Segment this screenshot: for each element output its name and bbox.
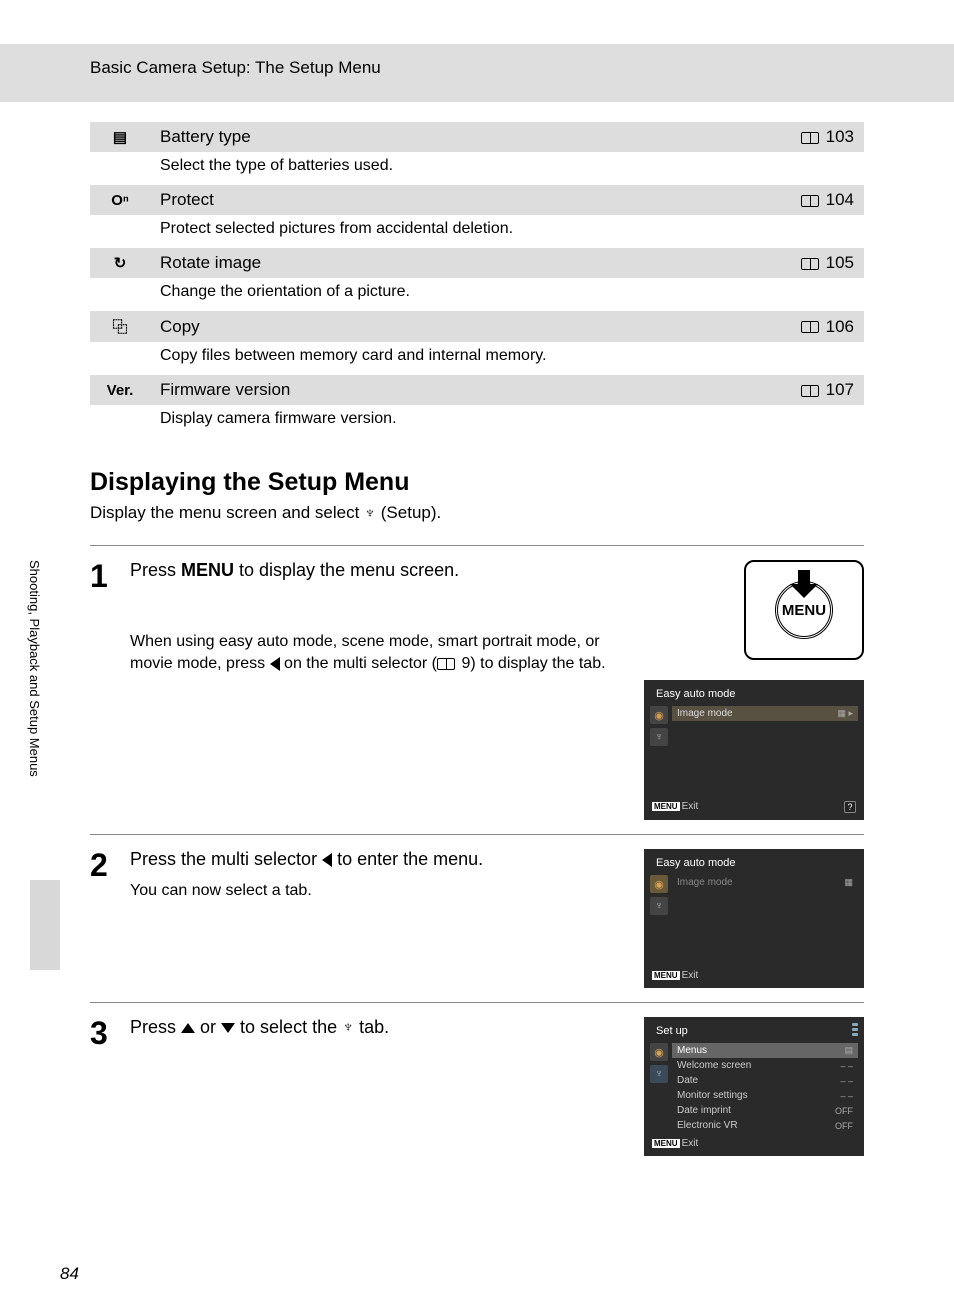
option-description: Select the type of batteries used. [150,152,864,185]
triangle-up-icon [181,1023,195,1033]
wrench-icon: ♆ [342,1019,354,1037]
option-description: Change the orientation of a picture. [150,278,864,311]
step-1-title: Press MENU to display the menu screen. [130,560,616,581]
step-2-title: Press the multi selector to enter the me… [130,849,616,870]
step-1: 1 Press MENU to display the menu screen.… [90,560,864,820]
lcd-screenshot-3: Set up ◉ ♆ Menus▤Welcome screen– –Date– … [644,1017,864,1156]
option-description: Copy files between memory card and inter… [150,342,864,375]
option-name: Firmware version [150,375,784,405]
step-1-description: When using easy auto mode, scene mode, s… [130,631,616,676]
lcd-footer: MENUExit [650,965,858,982]
lcd-row: Image mode▦ ▸ [672,706,858,721]
down-arrow-icon [790,570,818,598]
version-icon: Ver. [90,375,150,405]
table-row-desc: Change the orientation of a picture. [90,278,864,311]
table-row: Ver.Firmware version 107 [90,375,864,405]
lcd-footer: MENUExit [650,1133,858,1150]
lcd-row: Image mode▦ [672,875,858,890]
table-row: ↻Rotate image 105 [90,248,864,278]
option-name: Battery type [150,122,784,152]
lcd-title: Set up [650,1023,694,1043]
lcd-row: Date– – [672,1073,858,1088]
lcd-footer: MENUExit ? [650,796,858,814]
table-row-desc: Select the type of batteries used. [90,152,864,185]
wrench-tab-icon: ♆ [650,1065,668,1083]
book-icon [801,258,819,270]
wrench-icon: ♆ [364,505,376,523]
divider [90,545,864,546]
setup-options-table: ▤Battery type 103Select the type of batt… [90,122,864,438]
rotate-icon: ↻ [90,248,150,278]
book-icon [801,132,819,144]
table-row-desc: Protect selected pictures from accidenta… [90,215,864,248]
section-intro: Display the menu screen and select ♆ (Se… [90,503,864,523]
triangle-left-icon [270,657,280,671]
page-header: Basic Camera Setup: The Setup Menu [0,44,954,102]
battery-icon: ▤ [90,122,150,152]
page-ref: 107 [784,375,864,405]
page-ref: 103 [784,122,864,152]
lcd-title: Easy auto mode [650,686,858,706]
wrench-tab-icon: ♆ [650,897,668,915]
option-description: Display camera firmware version. [150,405,864,438]
manual-page: Basic Camera Setup: The Setup Menu Shoot… [0,0,954,1314]
step-3: 3 Press or to select the ♆ tab. Set up [90,1017,864,1156]
wrench-tab-icon: ♆ [650,728,668,746]
table-row-desc: Display camera firmware version. [90,405,864,438]
lcd-screenshot-1: Easy auto mode ◉ ♆ Image mode▦ ▸ [644,680,864,820]
page-ref: 106 [784,311,864,342]
step-number: 3 [90,1017,130,1049]
lcd-row: Date imprintOFF [672,1103,858,1118]
step-3-title: Press or to select the ♆ tab. [130,1017,616,1038]
table-row: ▤Battery type 103 [90,122,864,152]
triangle-left-icon [322,853,332,867]
divider [90,834,864,835]
camera-tab-icon: ◉ [650,1043,668,1061]
lcd-row: Monitor settings– – [672,1088,858,1103]
lcd-row: Electronic VROFF [672,1118,858,1133]
book-icon [437,658,455,670]
table-row-desc: Copy files between memory card and inter… [90,342,864,375]
lcd-screenshot-2: Easy auto mode ◉ ♆ Image mode▦ [644,849,864,988]
step-2: 2 Press the multi selector to enter the … [90,849,864,988]
option-description: Protect selected pictures from accidenta… [150,215,864,248]
page-ref: 104 [784,185,864,215]
copy-icon: ⿻ [90,311,150,342]
section-heading: Displaying the Setup Menu [90,468,864,497]
camera-tab-icon: ◉ [650,706,668,724]
page-ref: 105 [784,248,864,278]
page-number: 84 [60,1264,79,1284]
divider [90,1002,864,1003]
triangle-down-icon [221,1023,235,1033]
step-number: 2 [90,849,130,881]
table-row: OⁿProtect 104 [90,185,864,215]
menu-text-icon: MENU [181,560,234,580]
table-row: ⿻Copy 106 [90,311,864,342]
lcd-row: Menus▤ [672,1043,858,1058]
protect-icon: Oⁿ [90,185,150,215]
book-icon [801,321,819,333]
lcd-row: Welcome screen– – [672,1058,858,1073]
menu-button-figure: MENU [744,560,864,660]
step-number: 1 [90,560,130,592]
help-icon: ? [844,801,856,813]
scroll-indicator-icon [852,1023,858,1036]
book-icon [801,195,819,207]
step-2-description: You can now select a tab. [130,880,616,902]
option-name: Copy [150,311,784,342]
option-name: Rotate image [150,248,784,278]
option-name: Protect [150,185,784,215]
lcd-title: Easy auto mode [650,855,858,875]
camera-tab-icon: ◉ [650,875,668,893]
book-icon [801,385,819,397]
